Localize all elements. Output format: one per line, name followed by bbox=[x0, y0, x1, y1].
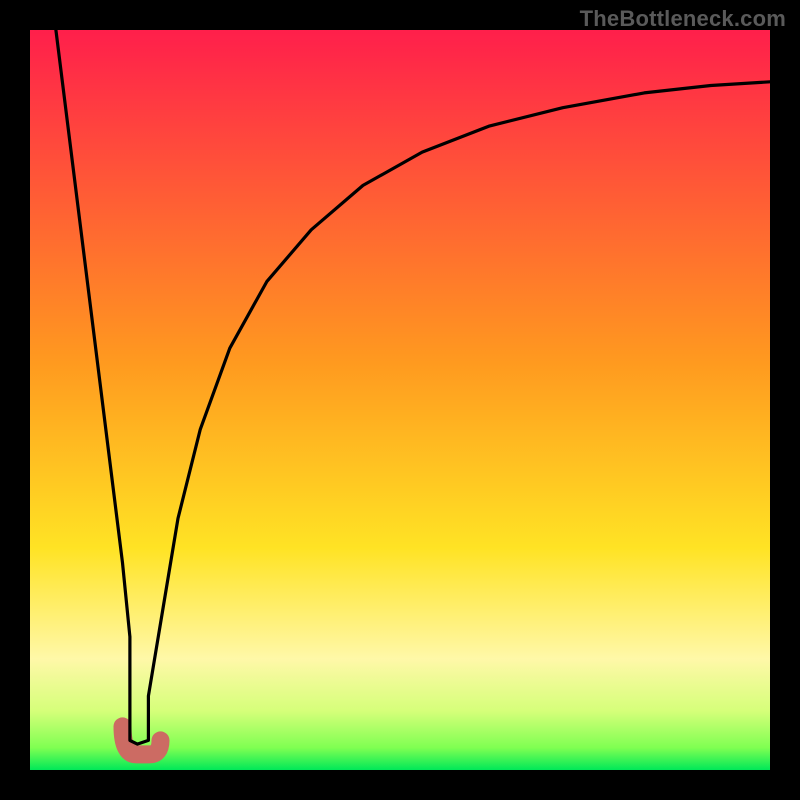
plot-area bbox=[30, 30, 770, 770]
chart-frame: TheBottleneck.com bbox=[0, 0, 800, 800]
gradient-background bbox=[30, 30, 770, 770]
chart-canvas bbox=[30, 30, 770, 770]
watermark-text: TheBottleneck.com bbox=[580, 6, 786, 32]
